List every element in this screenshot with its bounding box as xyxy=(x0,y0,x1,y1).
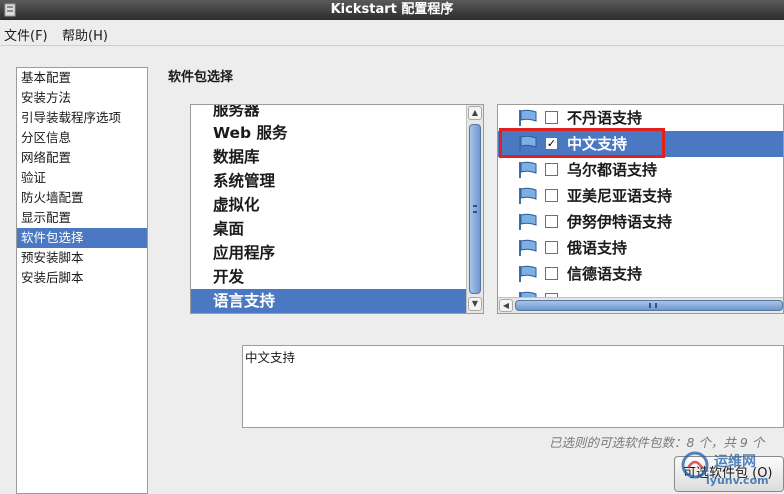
package-description: 中文支持 xyxy=(242,345,784,428)
scroll-thumb[interactable] xyxy=(469,124,481,294)
watermark: 运维网 iyunv.com xyxy=(680,448,784,494)
package-checkbox[interactable] xyxy=(545,163,558,176)
package-flag-icon xyxy=(519,187,537,204)
group-item-applications[interactable]: 应用程序 xyxy=(191,241,467,265)
package-checkbox[interactable] xyxy=(545,111,558,124)
package-checkbox[interactable] xyxy=(545,215,558,228)
package-flag-icon xyxy=(519,239,537,256)
package-label: 信德语支持 xyxy=(567,265,643,283)
package-row[interactable]: 亚美尼亚语支持 xyxy=(498,183,783,209)
scroll-down-icon[interactable]: ▼ xyxy=(468,297,482,311)
sidebar-item-post-script[interactable]: 安装后脚本 xyxy=(17,268,147,288)
watermark-url: iyunv.com xyxy=(706,474,769,487)
sidebar-item-pre-script[interactable]: 预安装脚本 xyxy=(17,248,147,268)
sidebar-item-packages[interactable]: 软件包选择 xyxy=(17,228,147,248)
scroll-left-icon[interactable]: ◀ xyxy=(499,299,513,312)
highlight-box xyxy=(499,128,665,158)
package-flag-icon xyxy=(519,161,537,178)
package-row[interactable]: 伊努伊特语支持 xyxy=(498,209,783,235)
sidebar-item-basic-config[interactable]: 基本配置 xyxy=(17,68,147,88)
group-item-database[interactable]: 数据库 xyxy=(191,145,467,169)
package-label: 俄语支持 xyxy=(567,239,628,257)
package-row[interactable]: 俄语支持 xyxy=(498,235,783,261)
sidebar-item-bootloader[interactable]: 引导装载程序选项 xyxy=(17,108,147,128)
group-item-server[interactable]: 服务器 xyxy=(191,105,467,122)
package-groups-list[interactable]: 服务器 Web 服务 数据库 系统管理 虚拟化 桌面 应用程序 开发 语言支持 … xyxy=(190,104,484,314)
watermark-text: 运维网 xyxy=(714,454,756,470)
sidebar-item-network[interactable]: 网络配置 xyxy=(17,148,147,168)
package-flag-icon xyxy=(519,265,537,282)
package-label: 亚美尼亚语支持 xyxy=(567,187,673,205)
groups-vertical-scrollbar[interactable]: ▲ ▼ xyxy=(466,105,483,313)
window-titlebar: Kickstart 配置程序 xyxy=(0,0,784,20)
menu-help[interactable]: 帮助(H) xyxy=(62,25,108,44)
scroll-up-icon[interactable]: ▲ xyxy=(468,106,482,120)
section-title: 软件包选择 xyxy=(168,70,234,85)
package-row[interactable]: 乌尔都语支持 xyxy=(498,157,783,183)
package-label: 乌尔都语支持 xyxy=(567,161,658,179)
sidebar: 基本配置 安装方法 引导装载程序选项 分区信息 网络配置 验证 防火墙配置 显示… xyxy=(16,67,148,494)
package-checkbox[interactable] xyxy=(545,241,558,254)
sidebar-item-firewall[interactable]: 防火墙配置 xyxy=(17,188,147,208)
group-item-development[interactable]: 开发 xyxy=(191,265,467,289)
scroll-thumb[interactable] xyxy=(515,300,783,311)
group-item-web[interactable]: Web 服务 xyxy=(191,121,467,145)
sidebar-item-display[interactable]: 显示配置 xyxy=(17,208,147,228)
group-item-desktop[interactable]: 桌面 xyxy=(191,217,467,241)
app-window-icon xyxy=(4,3,16,17)
package-label: 伊努伊特语支持 xyxy=(567,213,673,231)
group-item-language[interactable]: 语言支持 xyxy=(191,289,467,313)
window-title: Kickstart 配置程序 xyxy=(330,2,454,17)
package-flag-icon xyxy=(519,213,537,230)
packages-horizontal-scrollbar[interactable]: ◀ xyxy=(498,297,783,313)
menu-file[interactable]: 文件(F) xyxy=(4,25,48,44)
sidebar-item-auth[interactable]: 验证 xyxy=(17,168,147,188)
menubar: 文件(F) 帮助(H) xyxy=(0,20,784,46)
package-checkbox[interactable] xyxy=(545,189,558,202)
package-checkbox[interactable] xyxy=(545,267,558,280)
sidebar-item-partition[interactable]: 分区信息 xyxy=(17,128,147,148)
group-item-sysadmin[interactable]: 系统管理 xyxy=(191,169,467,193)
package-flag-icon xyxy=(519,109,537,126)
package-row[interactable]: 信德语支持 xyxy=(498,261,783,287)
group-item-virtualization[interactable]: 虚拟化 xyxy=(191,193,467,217)
sidebar-item-install-method[interactable]: 安装方法 xyxy=(17,88,147,108)
